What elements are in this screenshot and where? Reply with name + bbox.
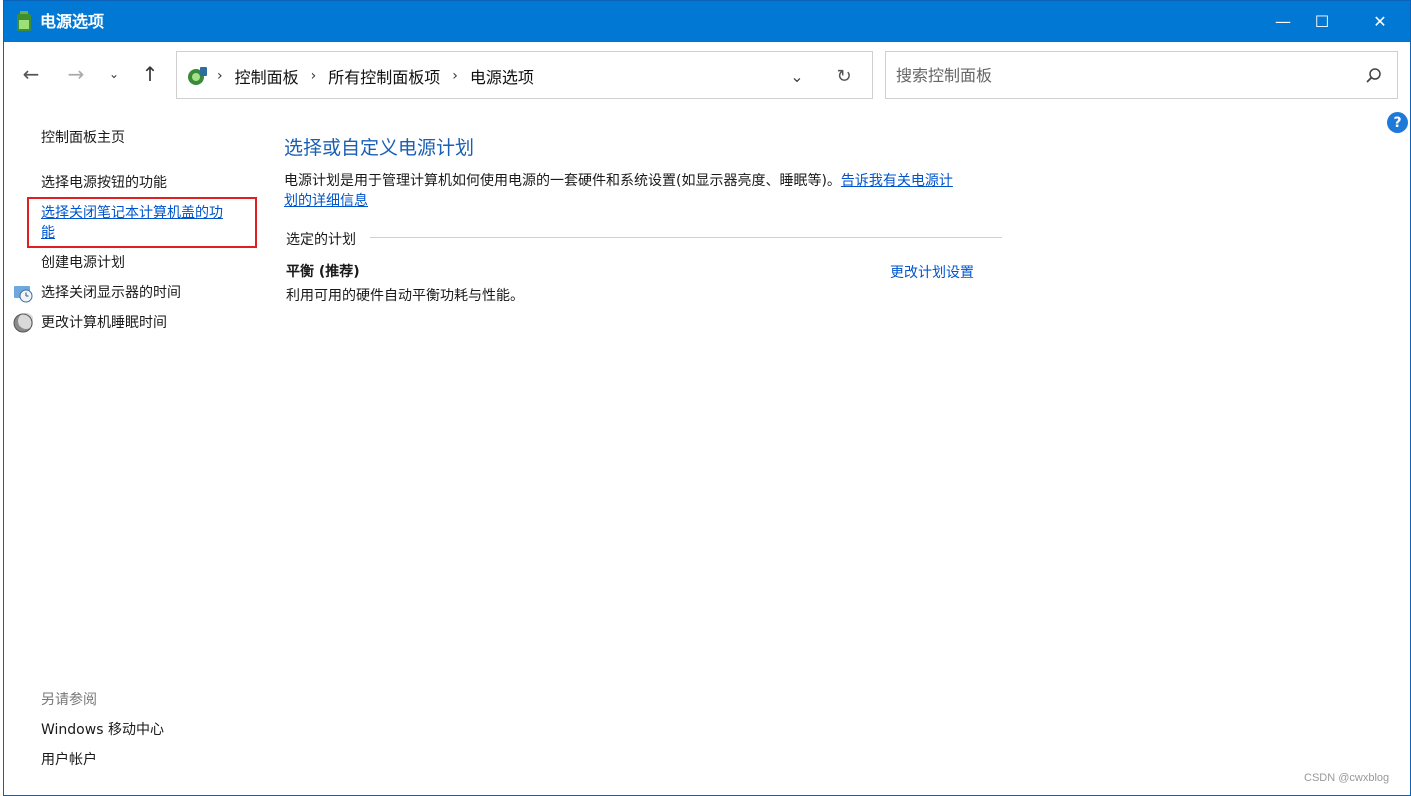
close-button[interactable]: ✕ [1351, 1, 1409, 42]
breadcrumb-separator: › [452, 68, 458, 84]
control-panel-icon [188, 67, 207, 85]
breadcrumb-separator: › [310, 68, 317, 84]
user-accounts-link[interactable]: 用户帐户 [41, 750, 97, 770]
breadcrumb-separator: › [217, 68, 223, 84]
lid-close-function-link[interactable]: 选择关闭笔记本计算机盖的功 [41, 203, 223, 223]
lid-close-function-link-cont[interactable]: 能 [41, 223, 55, 243]
learn-more-link-cont[interactable]: 划的详细信息 [284, 193, 368, 209]
power-button-function-link[interactable]: 选择电源按钮的功能 [41, 173, 167, 193]
description-text: 电源计划是用于管理计算机如何使用电源的一套硬件和系统设置(如显示器亮度、睡眠等)… [284, 173, 841, 189]
moon-icon [13, 313, 33, 333]
title-bar[interactable]: 电源选项 — ☐ ✕ [4, 1, 1410, 42]
change-plan-settings-link[interactable]: 更改计划设置 [890, 262, 974, 282]
breadcrumb: › 控制面板 › 所有控制面板项 › 电源选项 [217, 65, 546, 87]
up-button[interactable]: ↑ [135, 59, 165, 89]
forward-button[interactable]: → [61, 59, 91, 89]
create-power-plan-link[interactable]: 创建电源计划 [41, 253, 125, 273]
breadcrumb-all-items[interactable]: 所有控制面板项 [328, 64, 440, 88]
search-icon[interactable] [1364, 66, 1384, 86]
section-divider [370, 237, 1002, 238]
power-options-window: 电源选项 — ☐ ✕ ← → ⌄ ↑ › 控制面板 › 所有控制面板项 › 电源… [3, 0, 1411, 796]
plan-name[interactable]: 平衡 (推荐) [286, 261, 360, 281]
chevron-down-icon[interactable]: ⌄ [785, 64, 809, 88]
sleep-time-link[interactable]: 更改计算机睡眠时间 [41, 313, 167, 333]
recent-locations-button[interactable]: ⌄ [102, 59, 126, 89]
search-box[interactable] [885, 51, 1398, 99]
page-title: 选择或自定义电源计划 [284, 137, 475, 159]
breadcrumb-power-options[interactable]: 电源选项 [470, 64, 534, 88]
page-description: 电源计划是用于管理计算机如何使用电源的一套硬件和系统设置(如显示器亮度、睡眠等)… [284, 171, 1004, 211]
refresh-icon[interactable]: ↻ [832, 64, 856, 88]
watermark: CSDN @cwxblog [1304, 772, 1390, 784]
see-also-label: 另请参阅 [41, 692, 97, 708]
address-bar[interactable]: › 控制面板 › 所有控制面板项 › 电源选项 ⌄ ↻ [176, 51, 873, 99]
plan-description: 利用可用的硬件自动平衡功耗与性能。 [286, 288, 524, 304]
control-panel-home-link[interactable]: 控制面板主页 [41, 128, 125, 148]
learn-more-link[interactable]: 告诉我有关电源计 [841, 173, 953, 189]
selected-plan-label: 选定的计划 [286, 232, 356, 248]
back-button[interactable]: ← [16, 59, 46, 89]
window-title: 电源选项 [40, 12, 105, 31]
windows-mobility-center-link[interactable]: Windows 移动中心 [41, 720, 164, 740]
display-off-time-link[interactable]: 选择关闭显示器的时间 [41, 283, 181, 303]
monitor-clock-icon [14, 286, 33, 303]
breadcrumb-control-panel[interactable]: 控制面板 [235, 64, 299, 88]
battery-icon [17, 11, 31, 31]
help-icon[interactable]: ? [1387, 112, 1408, 133]
maximize-button[interactable]: ☐ [1293, 1, 1351, 42]
search-input[interactable] [896, 62, 1336, 88]
